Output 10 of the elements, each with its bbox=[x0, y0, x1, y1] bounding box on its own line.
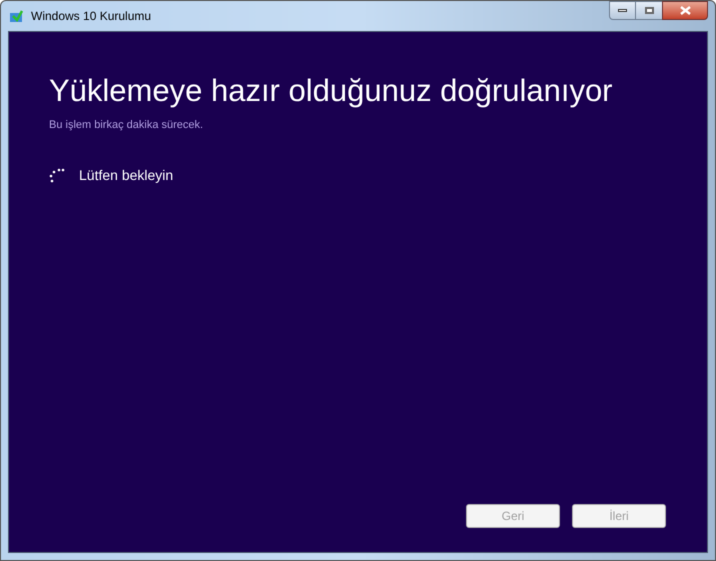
maximize-button[interactable] bbox=[636, 1, 662, 20]
subtitle-text: Bu işlem birkaç dakika sürecek. bbox=[49, 118, 204, 133]
spinner-icon bbox=[49, 167, 65, 184]
setup-icon bbox=[9, 9, 23, 23]
close-icon bbox=[680, 6, 690, 15]
close-button[interactable] bbox=[662, 1, 708, 20]
page-heading: Yüklemeye hazır olduğunuz doğrulanıyor bbox=[49, 72, 614, 110]
window-title: Windows 10 Kurulumu bbox=[31, 8, 152, 25]
status-text: Lütfen bekleyin bbox=[79, 166, 174, 186]
minimize-button[interactable] bbox=[609, 1, 636, 20]
